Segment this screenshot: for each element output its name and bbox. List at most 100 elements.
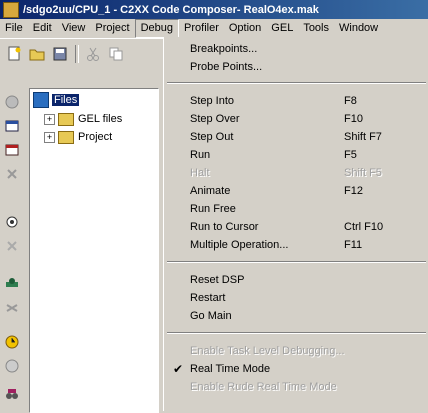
window-title: /sdgo2uu/CPU_1 - C2XX Code Composer- Rea… [23, 3, 319, 16]
profile-point-button[interactable] [2, 332, 22, 352]
copy-icon [109, 47, 123, 60]
menu-item-label: Step Into [190, 95, 235, 107]
clock-icon [5, 335, 19, 349]
side-toolbar [0, 88, 24, 411]
folder-open-icon [29, 49, 45, 60]
menu-window[interactable]: Window [334, 20, 383, 37]
breakpoint-button[interactable] [2, 212, 22, 232]
stop-icon [5, 95, 19, 109]
new-file-button[interactable] [5, 45, 23, 63]
files-root-icon [33, 92, 49, 108]
menu-item-label: Go Main [190, 310, 232, 322]
menu-item-label: Step Out [190, 131, 234, 143]
debug-menu-dropdown: Breakpoints... Probe Points... Step Into… [163, 37, 428, 411]
menu-item-breakpoints[interactable]: Breakpoints... [164, 40, 428, 58]
menu-item-label: Restart [190, 292, 226, 304]
menu-item-step-over[interactable]: Step Over F10 [164, 110, 428, 128]
menu-item-label: Multiple Operation... [190, 239, 289, 251]
menu-item-label: Run [190, 149, 211, 161]
menu-profiler[interactable]: Profiler [179, 20, 224, 37]
menu-item-label: Run Free [190, 203, 236, 215]
project-tree: Files + GEL files + Project [29, 88, 159, 413]
save-button[interactable] [51, 45, 69, 63]
menu-item-shortcut: Ctrl F10 [344, 221, 384, 233]
grey-probe-icon [6, 304, 18, 312]
menu-item-restart[interactable]: Restart [164, 289, 428, 307]
menu-item-label: Reset DSP [190, 274, 245, 286]
menu-bar: File Edit View Project Debug Profiler Op… [0, 19, 428, 39]
scissors-icon [87, 47, 99, 61]
menu-item-label: Run to Cursor [190, 221, 259, 233]
copy-button[interactable] [107, 45, 125, 63]
menu-item-label: Breakpoints... [190, 43, 258, 55]
menu-item-label: Enable Task Level Debugging... [190, 345, 345, 357]
binoculars-icon [6, 389, 18, 399]
menu-item-halt: Halt Shift F5 [164, 164, 428, 182]
menu-separator [167, 332, 426, 334]
menu-item-run-to-cursor[interactable]: Run to Cursor Ctrl F10 [164, 218, 428, 236]
menu-item-step-into[interactable]: Step Into F8 [164, 92, 428, 110]
menu-item-shortcut: F5 [344, 149, 357, 161]
menu-item-shortcut: F12 [344, 185, 363, 197]
tree-root[interactable]: Files [33, 92, 80, 108]
menu-item-label: Halt [190, 167, 210, 179]
menu-item-run[interactable]: Run F5 [164, 146, 428, 164]
tree-item-gel-files[interactable]: + GEL files [44, 111, 122, 127]
probe-point-button[interactable] [2, 274, 22, 294]
menu-item-shortcut: F11 [344, 239, 363, 251]
menu-item-go-main[interactable]: Go Main [164, 307, 428, 325]
menu-edit[interactable]: Edit [28, 20, 57, 37]
menu-item-shortcut: Shift F7 [344, 131, 382, 143]
menu-gel[interactable]: GEL [266, 20, 298, 37]
checkmark-icon: ✔ [173, 362, 184, 376]
menu-item-shortcut: F8 [344, 95, 357, 107]
folder-icon [58, 130, 74, 144]
open-button[interactable] [28, 45, 46, 63]
menu-option[interactable]: Option [224, 20, 266, 37]
menu-view[interactable]: View [57, 20, 91, 37]
clear-button[interactable] [2, 164, 22, 184]
menu-item-animate[interactable]: Animate F12 [164, 182, 428, 200]
cut-button[interactable] [84, 45, 102, 63]
toolbar [0, 39, 160, 68]
menu-project[interactable]: Project [90, 20, 134, 37]
menu-item-shortcut: Shift F5 [344, 167, 382, 179]
menu-item-label: Real Time Mode [190, 363, 271, 375]
find-button[interactable] [2, 384, 22, 404]
tree-item-label: GEL files [78, 113, 123, 125]
expand-icon[interactable]: + [44, 113, 55, 125]
cross-icon [7, 169, 17, 179]
new-file-icon [8, 46, 21, 60]
menu-item-real-time-mode[interactable]: ✔ Real Time Mode [164, 360, 428, 378]
stop-button[interactable] [2, 92, 22, 112]
menu-item-probe-points[interactable]: Probe Points... [164, 58, 428, 76]
menu-item-label: Probe Points... [190, 61, 263, 73]
menu-item-step-out[interactable]: Step Out Shift F7 [164, 128, 428, 146]
menu-item-multiple-operation[interactable]: Multiple Operation... F11 [164, 236, 428, 254]
remove-breakpoint-button[interactable] [2, 236, 22, 256]
tree-item-label: Project [78, 131, 113, 143]
expand-icon[interactable]: + [44, 131, 55, 143]
app-icon [3, 1, 19, 18]
title-bar: /sdgo2uu/CPU_1 - C2XX Code Composer- Rea… [0, 0, 428, 19]
tree-root-label: Files [52, 94, 80, 106]
menu-item-shortcut: F10 [344, 113, 363, 125]
menu-separator [167, 261, 426, 263]
menu-item-reset-dsp[interactable]: Reset DSP [164, 271, 428, 289]
grey-clock-icon [5, 359, 19, 373]
floppy-disk-icon [53, 47, 67, 60]
register-window-button[interactable] [2, 140, 22, 160]
menu-tools[interactable]: Tools [298, 20, 334, 37]
probe-icon [6, 278, 18, 287]
menu-item-run-free[interactable]: Run Free [164, 200, 428, 218]
menu-file[interactable]: File [0, 20, 28, 37]
grey-cross-icon [7, 241, 17, 251]
menu-item-label: Animate [190, 185, 231, 197]
remove-profile-button[interactable] [2, 356, 22, 376]
tree-item-project[interactable]: + Project [44, 129, 112, 145]
memory-window-button[interactable] [2, 116, 22, 136]
menu-debug[interactable]: Debug [134, 19, 180, 38]
menu-item-label: Step Over [190, 113, 240, 125]
menu-item-enable-task-level-debugging: Enable Task Level Debugging... [164, 342, 428, 360]
remove-probe-button[interactable] [2, 298, 22, 318]
